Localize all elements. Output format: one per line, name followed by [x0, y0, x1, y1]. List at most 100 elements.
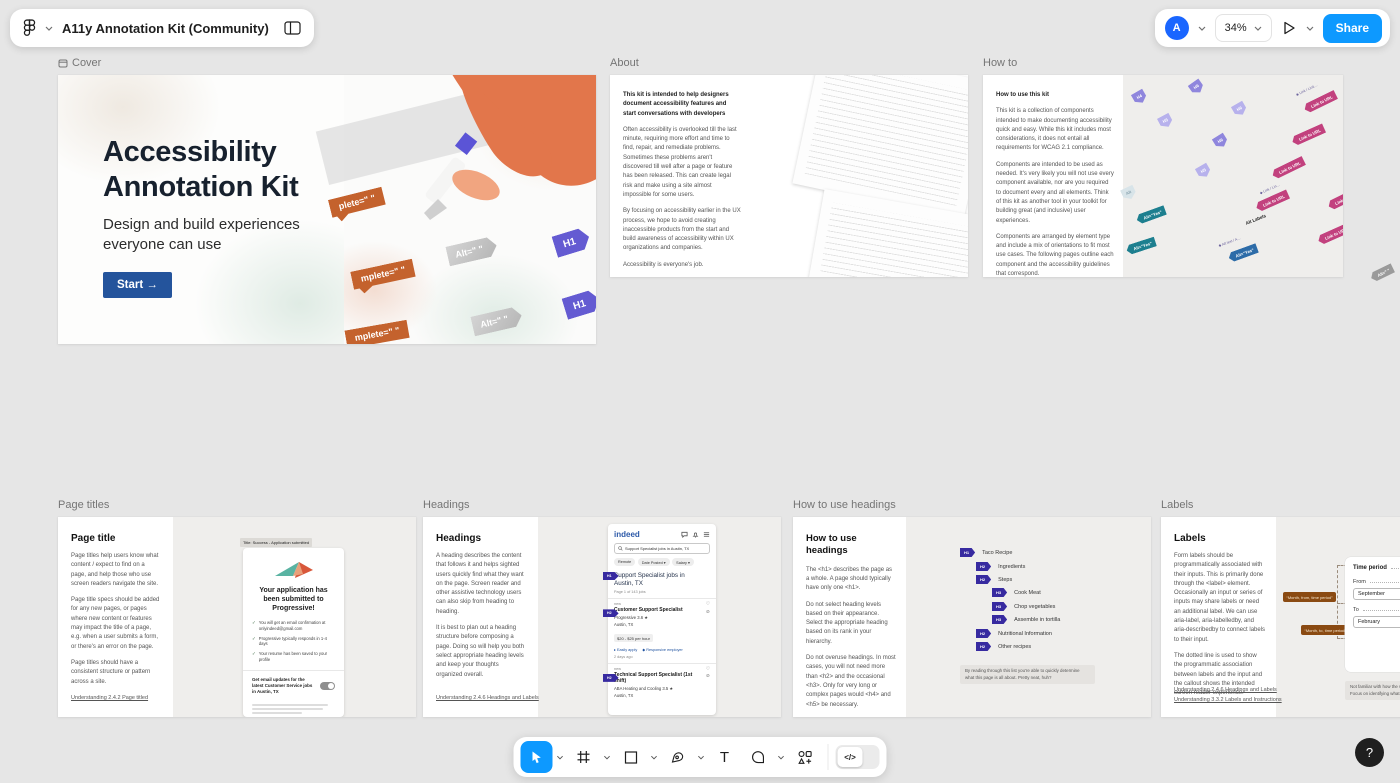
frame-tool[interactable]	[568, 741, 600, 773]
pen-tool[interactable]	[662, 741, 694, 773]
heading-level-tag: H3	[992, 602, 1007, 611]
chevron-down-icon[interactable]	[554, 741, 567, 773]
headings-heading: Headings	[436, 533, 526, 544]
headings-paragraph: A heading describes the content that fol…	[436, 552, 526, 617]
frame-label-how-to-use-headings[interactable]: How to use headings	[793, 498, 896, 512]
frame-label-how-to[interactable]: How to	[983, 56, 1017, 70]
chevron-down-icon[interactable]	[695, 741, 708, 773]
frame-label-about[interactable]: About	[610, 56, 639, 70]
sticker-tag: Alt=" "	[1369, 263, 1395, 283]
how-to-heading: How to use this kit	[996, 91, 1114, 100]
file-title[interactable]: A11y Annotation Kit (Community)	[62, 21, 269, 36]
from-month-select[interactable]: September ▾	[1353, 588, 1400, 600]
figma-logo-icon[interactable]	[23, 19, 36, 38]
title-annotation-tag: Title: Success - Application submitted	[240, 538, 312, 547]
how-to-paragraph: This kit is a collection of components i…	[996, 107, 1114, 153]
toolbar-divider	[828, 744, 829, 770]
chevron-down-icon[interactable]	[648, 741, 661, 773]
hand-holding-pen-illustration	[364, 75, 596, 239]
to-month-select[interactable]: February ▾	[1353, 616, 1400, 628]
canvas-frame-page-titles[interactable]: Page title Page titles help users know w…	[58, 517, 416, 717]
toggle-sidebar-icon[interactable]	[284, 21, 301, 35]
frame-label-headings[interactable]: Headings	[423, 498, 469, 512]
heading-level-tag: H1	[960, 548, 975, 557]
chevron-down-icon[interactable]	[45, 26, 53, 31]
hide-job-icon[interactable]: ⊘	[706, 610, 710, 615]
job-badge: new	[614, 602, 710, 606]
share-button[interactable]: Share	[1323, 14, 1382, 43]
time-period-form[interactable]: Time period From September ▾ To February…	[1345, 557, 1400, 672]
chevron-down-icon[interactable]	[775, 741, 788, 773]
canvas-frame-cover[interactable]: Accessibility Annotation Kit Design and …	[58, 75, 596, 344]
labels-heading: Labels	[1174, 533, 1266, 544]
search-icon	[618, 546, 623, 551]
headings-paragraph: It is best to plan out a heading structu…	[436, 624, 526, 680]
zoom-control[interactable]: 34%	[1215, 14, 1272, 42]
cover-illustration: plete=" " Alt=" " H1 mplete=" " Alt=" " …	[344, 75, 596, 344]
heading-level-tag: H2	[976, 629, 991, 638]
canvas-frame-headings[interactable]: Headings A heading describes the content…	[423, 517, 781, 717]
canvas-frame-labels[interactable]: Labels Form labels should be programmati…	[1161, 517, 1400, 717]
dev-mode-toggle[interactable]: </>	[836, 745, 880, 769]
avatar[interactable]: A	[1165, 16, 1189, 40]
labels-note: Not familiar with how the screen reader …	[1345, 681, 1400, 700]
hide-job-icon[interactable]: ⊘	[706, 674, 710, 679]
job-location: Austin, TX	[614, 622, 710, 627]
wcag-link[interactable]: Understanding 2.4.6 Headings and Labels	[1174, 687, 1277, 693]
resources-tool[interactable]	[789, 741, 821, 773]
dev-mode-icon: </>	[838, 747, 863, 767]
sticker-tag: Alt=" "	[445, 236, 499, 267]
frame-label-cover[interactable]: Cover	[58, 56, 101, 70]
filter-pill[interactable]: Salary ▾	[672, 558, 694, 566]
text-tool[interactable]: T	[709, 741, 741, 773]
job-company: Progressive 3.6 ★	[614, 615, 710, 620]
menu-icon[interactable]	[703, 531, 710, 538]
sticker-tag: Alt=" "	[470, 306, 524, 337]
comment-tool[interactable]	[742, 741, 774, 773]
wcag-link[interactable]: Understanding 3.3.2 Labels and Instructi…	[1174, 697, 1282, 703]
messages-icon[interactable]	[681, 531, 688, 538]
canvas-frame-about[interactable]: This kit is intended to help designers d…	[610, 75, 968, 277]
sticker-tag: H1	[562, 288, 596, 320]
about-intro: This kit is intended to help designers d…	[623, 91, 741, 119]
search-input[interactable]: Support Specialist jobs in Austin, TX	[614, 543, 710, 554]
job-title[interactable]: Customer Support Specialist	[614, 607, 694, 614]
job-title[interactable]: Technical Support Specialist (1st shift)	[614, 672, 694, 685]
to-label: To	[1353, 607, 1359, 613]
page-titles-paragraph: Page titles help users know what content…	[71, 552, 161, 589]
check-item: Progressive typically responds in 1-4 da…	[259, 636, 335, 648]
about-paragraph: Accessibility is everyone's job.	[623, 261, 741, 270]
application-submitted-card[interactable]: Your application has been submitted to P…	[243, 548, 344, 717]
save-job-icon[interactable]: ♡	[706, 667, 710, 672]
save-job-icon[interactable]: ♡	[706, 602, 710, 607]
about-paragraph: Often accessibility is overlooked till t…	[623, 126, 741, 200]
chevron-down-icon[interactable]	[1306, 26, 1314, 31]
page-titles-paragraph: Page title specs should be added for any…	[71, 596, 161, 652]
help-button[interactable]: ?	[1355, 738, 1384, 767]
filter-pill[interactable]: Remote	[614, 558, 635, 566]
htuh-paragraph: The <h1> describes the page as a whole. …	[806, 566, 896, 594]
frame-label-labels[interactable]: Labels	[1161, 498, 1193, 512]
job-company: ABA Heating and Cooling 3.5 ★	[614, 686, 710, 691]
chevron-down-icon[interactable]	[1198, 26, 1206, 31]
wcag-link[interactable]: Understanding 2.4.2 Page titled	[71, 695, 148, 701]
job-age: 2 days ago	[614, 655, 710, 659]
heading-text: Assemble in tortilla	[1014, 617, 1060, 623]
rectangle-tool[interactable]	[615, 741, 647, 773]
filter-pill[interactable]: Date Posted ▾	[638, 558, 670, 566]
chevron-down-icon[interactable]	[601, 741, 614, 773]
move-tool[interactable]	[521, 741, 553, 773]
check-icon: ✓	[252, 651, 256, 663]
email-updates-toggle[interactable]	[320, 682, 335, 690]
wcag-link[interactable]: Understanding 2.4.6 Headings and Labels	[436, 695, 539, 701]
cover-subtitle: Design and build experiences everyone ca…	[103, 215, 308, 256]
canvas-frame-how-to[interactable]: How to use this kit This kit is a collec…	[983, 75, 1343, 277]
notifications-icon[interactable]	[692, 531, 699, 538]
indeed-phone-mockup[interactable]: indeed Support Specialist jobs in Austin…	[608, 524, 716, 715]
canvas-frame-how-to-use-headings[interactable]: How to use headings The <h1> describes t…	[793, 517, 1151, 717]
frame-label-page-titles[interactable]: Page titles	[58, 498, 109, 512]
indeed-logo: indeed	[614, 530, 640, 539]
check-icon: ✓	[252, 636, 256, 648]
start-button[interactable]: Start →	[103, 272, 172, 298]
present-icon[interactable]	[1281, 20, 1297, 36]
